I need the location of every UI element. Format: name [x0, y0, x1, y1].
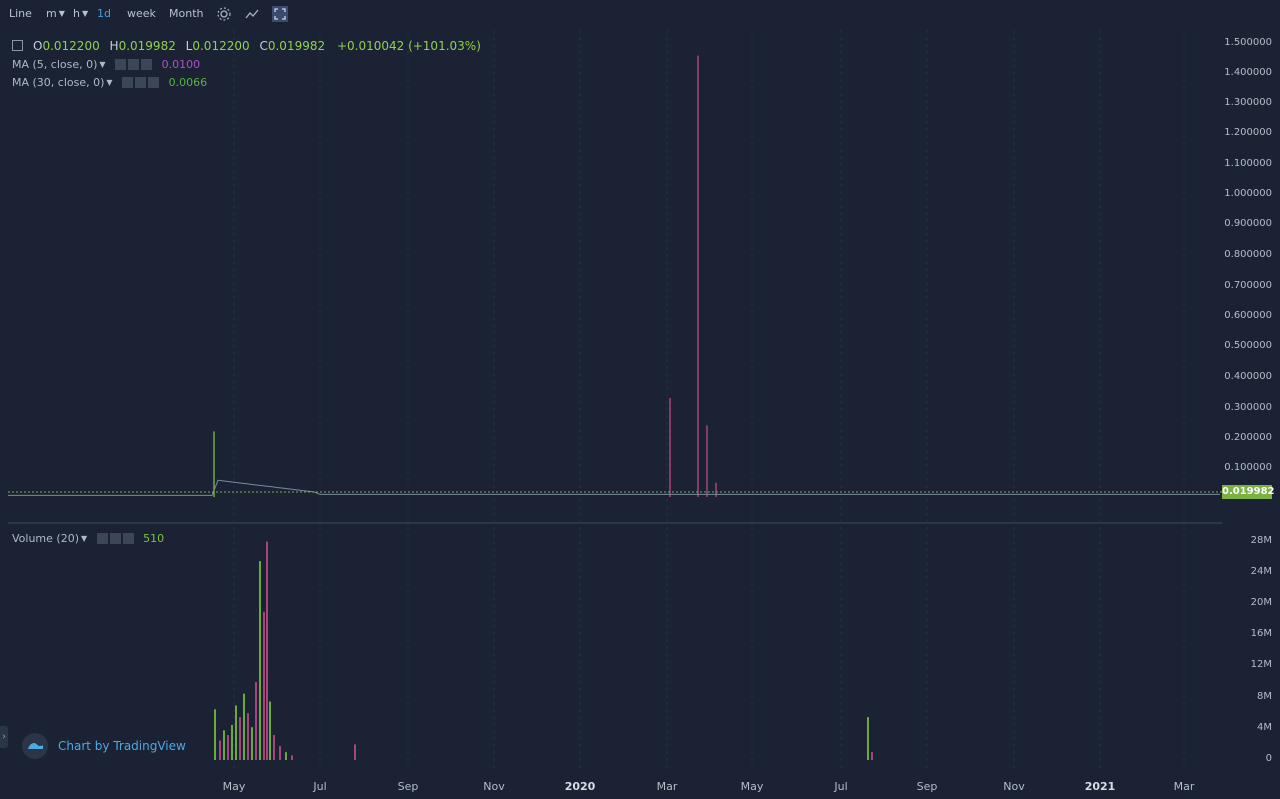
time-tick: 2021: [1084, 780, 1116, 793]
price-tick: 1.000000: [1224, 188, 1272, 199]
volume-tick: 8M: [1257, 691, 1272, 702]
collapse-legend-icon[interactable]: [12, 40, 23, 51]
tradingview-logo-icon: [22, 733, 48, 759]
current-price-tag: 0.019982: [1222, 485, 1275, 499]
volume-bar: [214, 709, 216, 760]
volume-value: 510: [143, 532, 165, 545]
eye-icon[interactable]: [96, 533, 108, 544]
ohlc-legend: O0.012200 H0.019982 L0.012200 C0.019982 …: [12, 39, 481, 53]
settings-icon[interactable]: [128, 59, 140, 70]
price-tick: 0.900000: [1224, 218, 1272, 229]
time-tick: Mar: [656, 780, 678, 793]
volume-tick: 28M: [1250, 535, 1272, 546]
price-axis[interactable]: 1.500000 1.400000 1.300000 1.200000 1.10…: [1222, 0, 1280, 799]
volume-bar: [255, 682, 257, 760]
time-axis[interactable]: May Jul Sep Nov 2020 Mar May Jul Sep Nov…: [0, 776, 1222, 796]
volume-bar: [269, 701, 271, 760]
time-tick: Nov: [1003, 780, 1025, 793]
sidebar-toggle-handle[interactable]: ›: [0, 726, 8, 748]
volume-bar: [266, 541, 268, 760]
price-tick: 1.500000: [1224, 37, 1272, 48]
change-value: +0.010042 (+101.03%): [336, 39, 481, 53]
ma5-value: 0.0100: [161, 58, 201, 71]
price-tick: 0.400000: [1224, 371, 1272, 382]
volume-bar: [867, 717, 869, 760]
price-tick: 0.200000: [1224, 432, 1272, 443]
time-tick: 2020: [564, 780, 596, 793]
close-icon[interactable]: [122, 533, 134, 544]
ma5-label: MA (5, close, 0): [12, 58, 98, 71]
ma5-legend[interactable]: MA (5, close, 0) ▼ 0.0100: [12, 58, 200, 71]
close-icon[interactable]: [141, 59, 153, 70]
time-tick: Mar: [1173, 780, 1195, 793]
price-tick: 0.600000: [1224, 310, 1272, 321]
ma30-value: 0.0066: [168, 76, 208, 89]
time-tick: May: [740, 780, 764, 793]
volume-bar: [235, 705, 237, 760]
volume-tick: 4M: [1257, 722, 1272, 733]
close-value: 0.019982: [267, 39, 326, 53]
chevron-down-icon: ▼: [81, 534, 88, 543]
price-tick: 0.700000: [1224, 280, 1272, 291]
chevron-down-icon: ▼: [106, 78, 113, 87]
chevron-down-icon: ▼: [99, 60, 106, 69]
time-tick: Sep: [397, 780, 419, 793]
price-tick: 0.800000: [1224, 249, 1272, 260]
time-tick: Sep: [916, 780, 938, 793]
tradingview-watermark[interactable]: Chart by TradingView: [22, 733, 186, 759]
volume-bar: [354, 744, 356, 760]
volume-bar: [223, 730, 225, 760]
price-tick: 0.500000: [1224, 340, 1272, 351]
chart-canvas[interactable]: [0, 0, 1280, 799]
ma30-label: MA (30, close, 0): [12, 76, 105, 89]
high-value: 0.019982: [118, 39, 176, 53]
volume-bar: [239, 717, 241, 760]
volume-bar: [219, 740, 221, 760]
price-tick: 0.100000: [1224, 462, 1272, 473]
volume-bar: [251, 727, 253, 760]
price-line: [8, 479, 1220, 496]
volume-bar: [279, 745, 281, 760]
price-tick: 1.200000: [1224, 127, 1272, 138]
high-label: H: [109, 39, 119, 53]
low-value: 0.012200: [192, 39, 250, 53]
volume-bar: [259, 561, 261, 760]
grid-lines: [233, 30, 1185, 770]
volume-bar: [291, 755, 293, 760]
close-label: C: [259, 39, 268, 53]
volume-bar: [227, 735, 229, 760]
close-icon[interactable]: [148, 77, 160, 88]
ma30-legend[interactable]: MA (30, close, 0) ▼ 0.0066: [12, 76, 207, 89]
time-tick: Nov: [483, 780, 505, 793]
time-tick: May: [222, 780, 246, 793]
price-tick: 0.300000: [1224, 402, 1272, 413]
open-value: 0.012200: [42, 39, 100, 53]
volume-bar: [285, 752, 287, 760]
volume-series: [214, 541, 873, 760]
price-tick: 1.300000: [1224, 97, 1272, 108]
volume-bar: [871, 752, 873, 760]
volume-bar: [263, 611, 265, 760]
volume-label: Volume (20): [12, 532, 79, 545]
volume-bar: [247, 713, 249, 760]
volume-bar: [273, 735, 275, 760]
volume-tick: 12M: [1250, 659, 1272, 670]
settings-icon[interactable]: [135, 77, 147, 88]
volume-tick: 20M: [1250, 597, 1272, 608]
eye-icon[interactable]: [115, 59, 127, 70]
volume-tick: 0: [1265, 753, 1272, 764]
volume-bar: [231, 724, 233, 760]
price-tick: 1.100000: [1224, 158, 1272, 169]
watermark-text: Chart by TradingView: [58, 739, 186, 753]
time-tick: Jul: [834, 780, 848, 793]
settings-icon[interactable]: [109, 533, 121, 544]
volume-legend[interactable]: Volume (20) ▼ 510: [12, 532, 164, 545]
eye-icon[interactable]: [122, 77, 134, 88]
time-tick: Jul: [313, 780, 327, 793]
volume-tick: 24M: [1250, 566, 1272, 577]
price-tick: 1.400000: [1224, 67, 1272, 78]
price-series: [8, 55, 1220, 497]
volume-tick: 16M: [1250, 628, 1272, 639]
volume-bar: [243, 693, 245, 760]
